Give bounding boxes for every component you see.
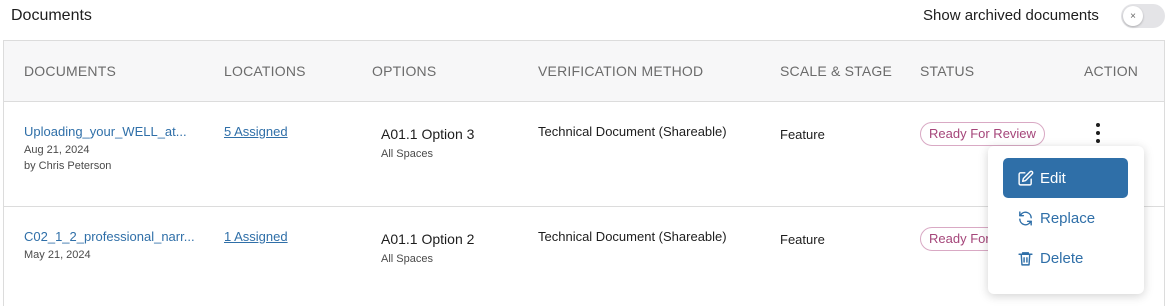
option-scope: All Spaces	[381, 253, 433, 265]
document-author: by Chris Peterson	[24, 160, 112, 172]
column-header-status: STATUS	[920, 63, 975, 79]
row-actions-button[interactable]	[1091, 123, 1105, 143]
replace-menu-item[interactable]: Replace	[1003, 198, 1128, 238]
column-header-action: ACTION	[1084, 63, 1139, 79]
column-header-locations: LOCATIONS	[224, 63, 306, 79]
edit-icon	[1018, 170, 1034, 186]
archived-toggle-label: Show archived documents	[923, 7, 1099, 24]
option-code: A01.1 Option 3	[381, 126, 475, 142]
column-header-scale-stage: SCALE & STAGE	[780, 63, 893, 79]
close-icon: ×	[1130, 10, 1136, 22]
option-code: A01.1 Option 2	[381, 231, 475, 247]
edit-label: Edit	[1040, 169, 1066, 187]
status-badge: Ready For Review	[920, 122, 1045, 146]
option-scope: All Spaces	[381, 148, 433, 160]
column-header-documents: DOCUMENTS	[24, 63, 117, 79]
document-date: Aug 21, 2024	[24, 144, 90, 156]
kebab-dot	[1096, 131, 1100, 135]
delete-menu-item[interactable]: Delete	[1003, 238, 1128, 278]
table-header: DOCUMENTS LOCATIONS OPTIONS VERIFICATION…	[4, 41, 1164, 102]
document-link[interactable]: C02_1_2_professional_narr...	[24, 229, 195, 244]
toggle-knob: ×	[1123, 6, 1143, 26]
edit-menu-item[interactable]: Edit	[1003, 158, 1128, 198]
delete-label: Delete	[1040, 249, 1084, 267]
document-link[interactable]: Uploading_your_WELL_at...	[24, 124, 187, 139]
archived-toggle[interactable]: ×	[1121, 4, 1165, 28]
page-title: Documents	[11, 7, 92, 24]
verification-method: Technical Document (Shareable)	[538, 124, 727, 139]
kebab-dot	[1096, 139, 1100, 143]
replace-label: Replace	[1040, 209, 1096, 227]
locations-assigned-link[interactable]: 5 Assigned	[224, 124, 288, 139]
column-header-verification-method: VERIFICATION METHOD	[538, 63, 704, 79]
verification-method: Technical Document (Shareable)	[538, 229, 727, 244]
locations-assigned-link[interactable]: 1 Assigned	[224, 229, 288, 244]
scale-stage: Feature	[780, 127, 825, 142]
scale-stage: Feature	[780, 232, 825, 247]
page-header: Documents Show archived documents ×	[0, 0, 1174, 40]
row-action-menu: Edit Replace Delete	[988, 146, 1144, 294]
document-date: May 21, 2024	[24, 249, 91, 261]
trash-icon	[1018, 251, 1033, 266]
kebab-dot	[1096, 123, 1100, 127]
replace-icon	[1019, 210, 1032, 226]
column-header-options: OPTIONS	[372, 63, 437, 79]
